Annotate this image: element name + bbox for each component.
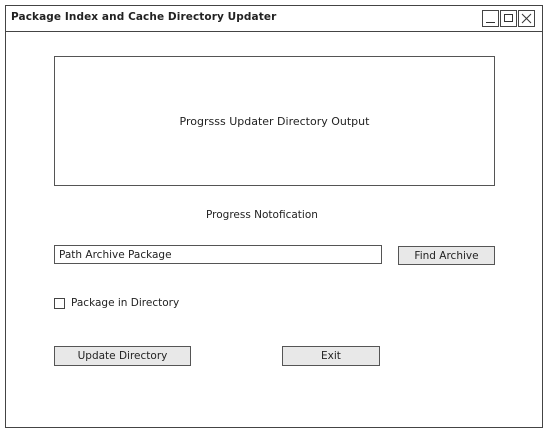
minimize-icon[interactable]: [482, 10, 499, 27]
maximize-icon[interactable]: [500, 10, 517, 27]
close-icon[interactable]: [518, 10, 535, 27]
package-in-directory-label: Package in Directory: [71, 297, 180, 309]
exit-button[interactable]: Exit: [282, 346, 380, 366]
progress-notification-label: Progress Notofication: [206, 209, 318, 221]
update-directory-button[interactable]: Update Directory: [54, 346, 191, 366]
archive-path-input[interactable]: [54, 245, 382, 264]
output-panel: Progrsss Updater Directory Output: [54, 56, 495, 186]
package-in-directory-checkbox[interactable]: [54, 297, 65, 309]
find-archive-button[interactable]: Find Archive: [398, 246, 495, 265]
title-bar: Package Index and Cache Directory Update…: [6, 6, 542, 32]
package-in-directory-option[interactable]: Package in Directory: [54, 297, 179, 309]
output-label: Progrsss Updater Directory Output: [179, 114, 370, 128]
app-window: Package Index and Cache Directory Update…: [5, 5, 543, 428]
window-title: Package Index and Cache Directory Update…: [11, 11, 277, 23]
